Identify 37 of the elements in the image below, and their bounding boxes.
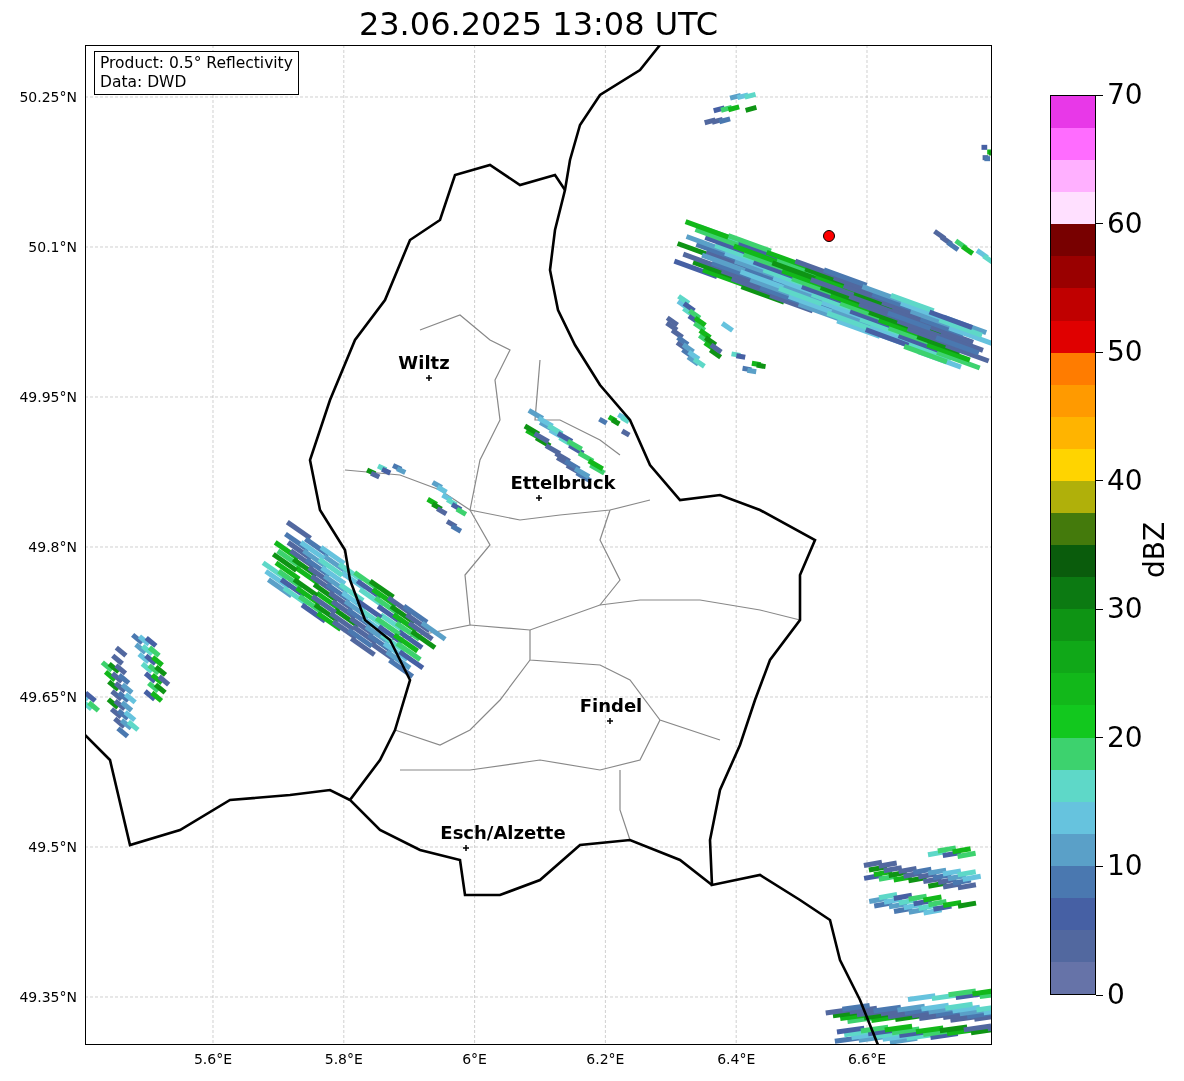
longitude-label: 5.8°E: [324, 1051, 363, 1067]
scale-tick-label: 0: [1107, 980, 1125, 1010]
city-marker-icon: [425, 374, 433, 382]
longitude-label: 5.6°E: [193, 1051, 233, 1067]
scale-tick-label: 50: [1107, 337, 1143, 368]
chart-title: 23.06.2025 13:08 UTC: [357, 4, 720, 44]
scale-unit-label: dBZ: [1137, 521, 1171, 579]
latitude-label: 49.8°N: [28, 539, 77, 555]
scale-tick-label: 10: [1107, 851, 1143, 882]
scale-tick-label: 30: [1107, 594, 1143, 625]
radar-site-marker: [823, 230, 835, 242]
radar-echo: [981, 143, 992, 162]
city-marker-icon: [535, 494, 543, 502]
latitude-label: 49.5°N: [28, 839, 77, 855]
longitude-label: 6.6°E: [847, 1051, 887, 1067]
city-marker-icon: [606, 717, 614, 725]
info-text: Data: DWD: [100, 73, 188, 92]
scale-tick-label: 20: [1107, 722, 1143, 753]
latitude-label: 50.1°N: [28, 239, 77, 255]
longitude-label: 6.2°E: [586, 1051, 625, 1067]
latitude-label: 49.65°N: [19, 689, 77, 705]
radar-echo: [704, 91, 758, 126]
city-label: Esch/Alzette: [440, 821, 566, 843]
city-label: Ettelbruck: [510, 471, 616, 493]
latitude-label: 49.35°N: [19, 989, 77, 1005]
latitude-label: 50.25°N: [19, 89, 77, 105]
scale-tick-label: 70: [1107, 80, 1143, 110]
scale-tick-label: 40: [1107, 465, 1143, 496]
scale-tick-label: 60: [1107, 208, 1143, 239]
radar-echo: [366, 463, 407, 480]
longitude-label: 6.4°E: [717, 1051, 756, 1067]
info-text: Product: 0.5° Reflectivity: [100, 54, 293, 73]
city-label: Findel: [579, 694, 643, 716]
city-label: Wiltz: [398, 351, 450, 373]
longitude-label: 6°E: [462, 1051, 487, 1067]
city-marker-icon: [462, 844, 470, 852]
latitude-label: 49.95°N: [19, 389, 77, 405]
